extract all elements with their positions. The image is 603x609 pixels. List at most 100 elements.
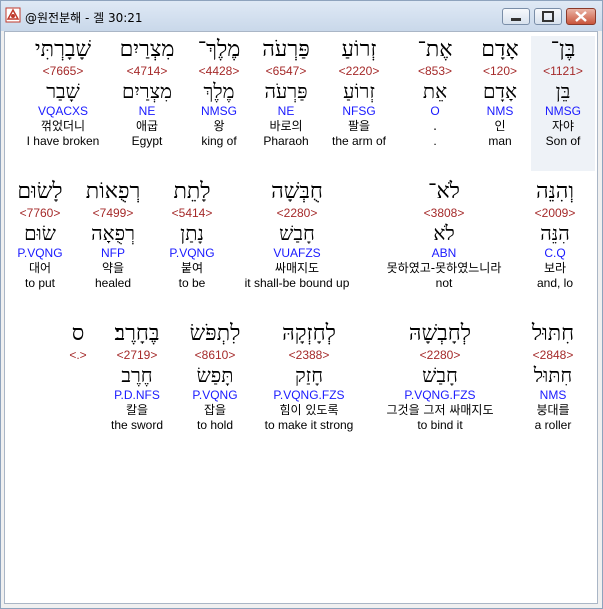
word-cell[interactable]: לְחָבְשָׁהּ <2280> חָבַשׁ P.VQNG.FZS 그것을…	[365, 320, 515, 432]
word-cell[interactable]: לָשׂוּם <7760> שׂוּם P.VQNG 대어 to put	[7, 178, 73, 290]
word-cell[interactable]: לְחָזְקָהּ <2388> חָזַק P.VQNG.FZS 힘이 있도…	[253, 320, 365, 432]
hebrew-word: לָתֵת	[173, 179, 211, 204]
lemma: חָבַשׁ	[279, 221, 315, 245]
strong-number[interactable]: <8610>	[175, 348, 255, 362]
lemma: הִנֵּה	[540, 221, 570, 245]
minimize-icon	[511, 18, 521, 21]
strong-number[interactable]: <2388>	[253, 348, 365, 362]
lemma: חֶרֶב	[121, 363, 153, 387]
english-gloss: .	[433, 134, 437, 148]
title-bar[interactable]: @원전분해 - 겔 30:21	[1, 1, 602, 31]
strong-number[interactable]: <2009>	[511, 206, 597, 220]
hebrew-word: לְחָזְקָהּ	[282, 321, 336, 346]
korean-gloss: 힘이 있도록	[279, 403, 339, 417]
close-icon	[575, 11, 587, 22]
lemma: שׂוּם	[24, 221, 56, 245]
parsing-code: ABN	[431, 246, 457, 260]
korean-gloss: 꺾었더니	[40, 119, 86, 133]
strong-number[interactable]: <2719>	[95, 348, 179, 362]
strong-number[interactable]: <7665>	[19, 64, 107, 78]
korean-gloss: 칼을	[125, 403, 149, 417]
strong-number[interactable]: <3808>	[367, 206, 521, 220]
english-gloss: the sword	[110, 418, 164, 432]
close-button[interactable]	[566, 8, 596, 25]
hebrew-word: וְהִנֵּה	[535, 179, 575, 204]
word-cell[interactable]: שָׁבָרְתִּי <7665> שָׁבַר VQACXS 꺾었더니 I …	[19, 36, 107, 148]
english-gloss: it shall-be bound up	[244, 276, 350, 290]
strong-number[interactable]: <4714>	[103, 64, 191, 78]
app-window: @원전분해 - 겔 30:21 בֶּן־ <1121> בֵּן NMSG 자…	[0, 0, 603, 609]
word-cell[interactable]: מִצְרַיִם <4714> מִצְרַיִם NE 애굽 Egypt	[103, 36, 191, 148]
hebrew-word: ס	[71, 321, 85, 346]
hebrew-word: חֻבְּשָׁה	[271, 179, 323, 204]
word-cell[interactable]: אֶת־ <853> אֵת O . .	[391, 36, 479, 148]
korean-gloss: 그것을 그저 싸매지도	[386, 403, 494, 417]
korean-gloss: 대어	[28, 261, 52, 275]
english-gloss: to bind it	[417, 418, 463, 432]
english-gloss: Egypt	[131, 134, 163, 148]
lemma: חִתּוּל	[533, 363, 573, 387]
parsing-code: P.VQNG.FZS	[273, 388, 345, 402]
korean-gloss: 애굽	[135, 119, 159, 133]
parsing-code: P.D.NFS	[114, 388, 160, 402]
strong-number[interactable]: <5414>	[158, 206, 226, 220]
word-cell[interactable]: לָתֵת <5414> נָתַן P.VQNG 붙여 to be	[158, 178, 226, 290]
strong-number[interactable]: <853>	[391, 64, 479, 78]
maximize-button[interactable]	[534, 8, 562, 25]
strong-number[interactable]: <7499>	[75, 206, 151, 220]
hebrew-word: שָׁבָרְתִּי	[34, 37, 92, 62]
verse-row-2: וְהִנֵּה <2009> הִנֵּה C.Q 보라 and, lo לֹ…	[5, 178, 597, 313]
parsing-code: NFP	[101, 246, 125, 260]
korean-gloss: 못하였고-못하였느니라	[386, 261, 502, 275]
korean-gloss: 붙여	[180, 261, 204, 275]
app-logo-icon	[5, 7, 21, 23]
parsing-code: P.VQNG.FZS	[404, 388, 476, 402]
hebrew-word: לִתְפֹּשׂ	[189, 321, 241, 346]
hebrew-word: מִצְרַיִם	[119, 37, 175, 62]
word-cell[interactable]: חֻבְּשָׁה <2280> חָבַשׁ VUAFZS 싸매지도 it s…	[235, 178, 359, 290]
lemma: לֹא	[433, 221, 455, 245]
verse-row-3: חִתּוּל <2848> חִתּוּל NMS 붕대를 a roller …	[5, 320, 597, 455]
interlinear-panel[interactable]: בֶּן־ <1121> בֵּן NMSG 자야 Son of אָדָם <…	[4, 31, 598, 604]
word-cell[interactable]: בֶּחָרֶב׃ <2719> חֶרֶב P.D.NFS 칼을 the sw…	[95, 320, 179, 432]
window-title: @원전분해 - 겔 30:21	[25, 11, 143, 25]
korean-gloss: 싸매지도	[274, 261, 320, 275]
strong-number[interactable]: <2280>	[235, 206, 359, 220]
parsing-code: P.VQNG	[17, 246, 63, 260]
parsing-code: P.VQNG	[192, 388, 238, 402]
english-gloss: to be	[178, 276, 206, 290]
english-gloss: not	[435, 276, 453, 290]
parsing-code: VQACXS	[37, 104, 88, 118]
word-cell[interactable]: חִתּוּל <2848> חִתּוּל NMS 붕대를 a roller	[509, 320, 597, 432]
korean-gloss: 붕대를	[536, 403, 570, 417]
strong-number[interactable]: <7760>	[7, 206, 73, 220]
word-cell[interactable]: רְפֻאוֹת <7499> רְפֻאָה NFP 약을 healed	[75, 178, 151, 290]
lemma: רְפֻאָה	[91, 221, 135, 245]
strong-number[interactable]: <.>	[53, 348, 103, 362]
english-gloss: healed	[94, 276, 132, 290]
lemma: חָזַק	[294, 363, 324, 387]
verse-row-1: בֶּן־ <1121> בֵּן NMSG 자야 Son of אָדָם <…	[5, 36, 597, 171]
word-cell[interactable]: לִתְפֹּשׂ <8610> תָּפַשׂ P.VQNG 잡을 to ho…	[175, 320, 255, 432]
minimize-button[interactable]	[502, 8, 530, 25]
word-cell[interactable]: ס <.>	[53, 320, 103, 432]
english-gloss: to put	[24, 276, 56, 290]
hebrew-word: לָשׂוּם	[17, 179, 63, 204]
strong-number[interactable]: <2848>	[509, 348, 597, 362]
word-cell[interactable]: לֹא־ <3808> לֹא ABN 못하였고-못하였느니라 not	[367, 178, 521, 290]
word-cell[interactable]: וְהִנֵּה <2009> הִנֵּה C.Q 보라 and, lo	[511, 178, 597, 290]
korean-gloss: 보라	[543, 261, 567, 275]
english-gloss: I have broken	[26, 134, 100, 148]
hebrew-word: בֶּחָרֶב׃	[114, 321, 160, 346]
english-gloss	[53, 418, 103, 432]
korean-gloss: 약을	[101, 261, 125, 275]
hebrew-word: לְחָבְשָׁהּ	[408, 321, 472, 346]
parsing-code: NMS	[539, 388, 567, 402]
strong-number[interactable]: <2280>	[365, 348, 515, 362]
hebrew-word: רְפֻאוֹת	[85, 179, 141, 204]
lemma: תָּפַשׂ	[196, 363, 234, 387]
english-gloss: to make it strong	[264, 418, 354, 432]
english-gloss: a roller	[534, 418, 572, 432]
lemma: שָׁבַר	[46, 79, 80, 103]
hebrew-word: לֹא־	[428, 179, 460, 204]
